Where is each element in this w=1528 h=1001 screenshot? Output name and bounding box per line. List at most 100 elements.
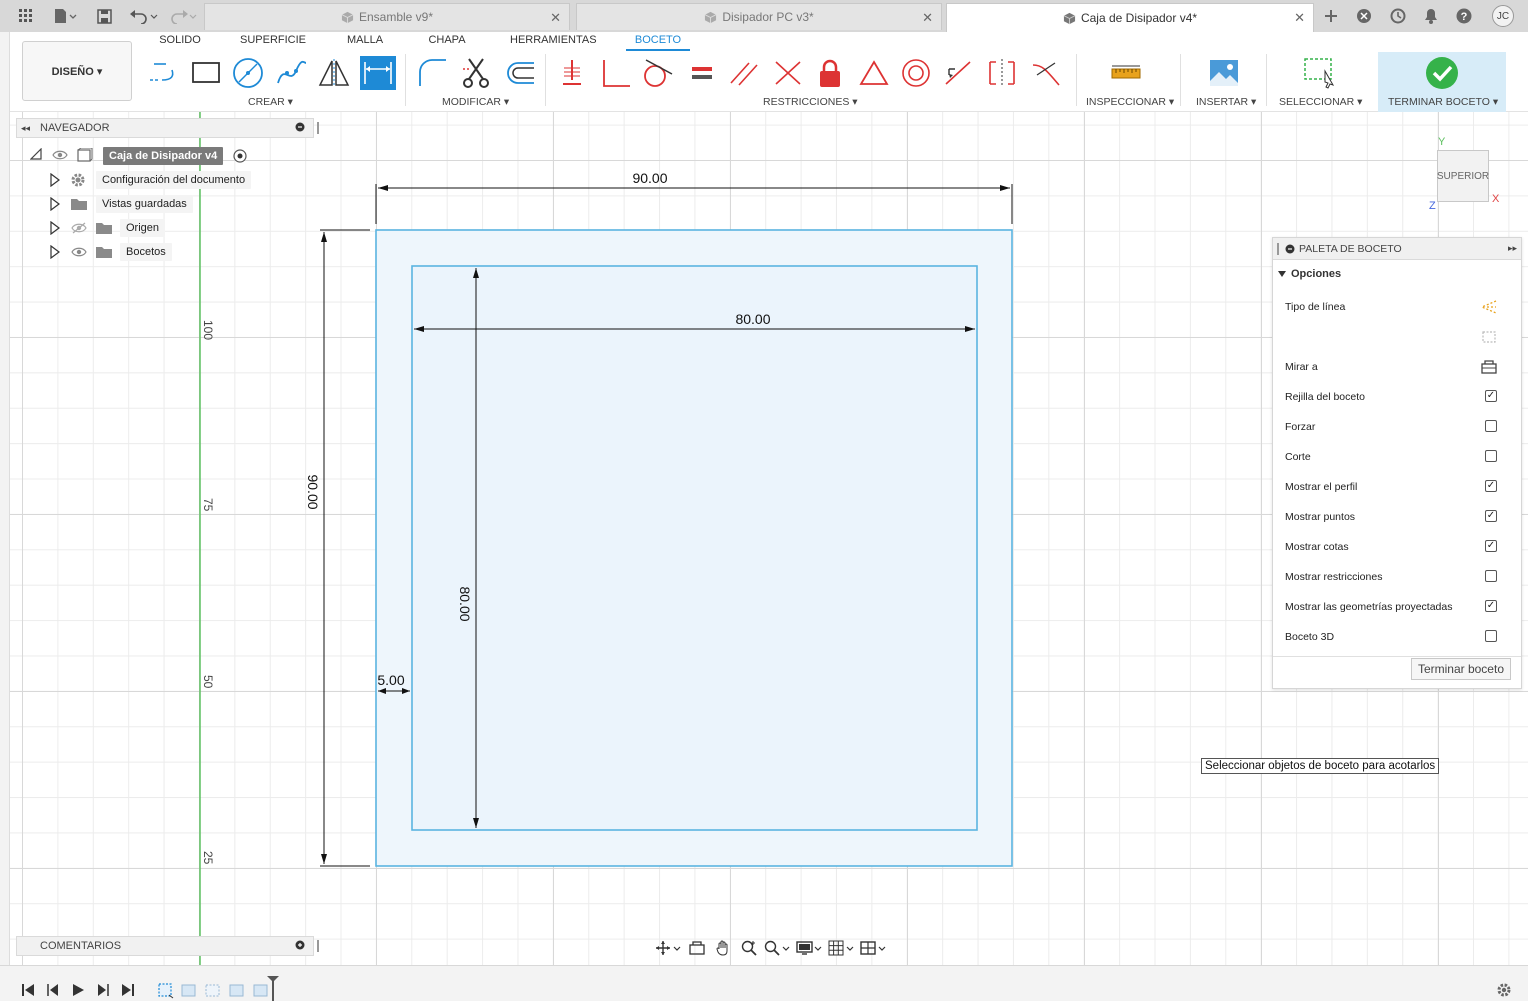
show-profile-checkbox[interactable]: ✓ [1485, 480, 1497, 492]
go-to-end-icon[interactable] [120, 982, 136, 998]
midpoint-constraint-tool[interactable] [856, 56, 892, 90]
finish-sketch-button[interactable]: Terminar boceto [1410, 658, 1511, 680]
zoom-icon[interactable] [738, 938, 760, 958]
timeline-sketch-icon[interactable] [157, 982, 175, 999]
go-to-start-icon[interactable] [20, 982, 36, 998]
eye-hidden-icon[interactable] [71, 222, 87, 237]
line-tool[interactable] [146, 56, 182, 90]
collinear-constraint-tool[interactable] [940, 56, 976, 90]
step-forward-icon[interactable] [95, 982, 111, 998]
show-dimensions-checkbox[interactable]: ✓ [1485, 540, 1497, 552]
inner-profile-region[interactable] [413, 267, 976, 829]
sketch-palette-header[interactable]: PALETA DE BOCETO ▸▸ [1273, 238, 1521, 260]
orbit-icon[interactable] [654, 938, 682, 958]
app-grid-icon[interactable] [14, 4, 38, 28]
add-comment-icon[interactable] [295, 940, 305, 953]
dimension-outer-height[interactable]: 90.00 [305, 229, 370, 867]
finish-sketch-tool[interactable] [1424, 56, 1460, 90]
redo-icon[interactable] [166, 4, 198, 28]
centerline-icon[interactable] [1481, 330, 1497, 347]
fillet-tool[interactable] [414, 56, 450, 90]
collapse-panel-icon[interactable]: ◂◂ [21, 123, 30, 134]
symmetry-constraint-tool[interactable] [984, 56, 1020, 90]
tab-malla[interactable]: MALLA [344, 34, 386, 51]
help-icon[interactable]: ? [1452, 4, 1476, 28]
dimension-text[interactable]: 5.00 [377, 672, 404, 688]
tab-herramientas[interactable]: HERRAMIENTAS [510, 34, 597, 51]
circle-tool[interactable] [230, 56, 266, 90]
palette-collapse-icon[interactable] [1285, 244, 1295, 254]
construction-linetype-icon[interactable] [1480, 300, 1497, 317]
expand-triangle-icon[interactable] [50, 196, 60, 214]
close-icon[interactable]: ✕ [550, 10, 561, 26]
coincident-constraint-tool[interactable] [554, 56, 590, 90]
panel-resize-handle[interactable] [1277, 242, 1279, 255]
tangent-constraint-tool[interactable] [640, 56, 676, 90]
curvature-constraint-tool[interactable] [1028, 56, 1064, 90]
measure-tool[interactable] [1108, 56, 1144, 90]
tab-boceto[interactable]: BOCETO [626, 34, 690, 51]
collapse-triangle-icon[interactable] [29, 147, 42, 163]
timeline-marker[interactable] [266, 975, 280, 1001]
constraints-group-label[interactable]: RESTRICCIONES ▾ [763, 96, 858, 108]
extensions-icon[interactable] [1352, 4, 1376, 28]
expand-triangle-icon[interactable] [50, 172, 60, 190]
equal-constraint-tool[interactable] [684, 56, 720, 90]
perpendicular-constraint-tool[interactable] [770, 56, 806, 90]
document-tab-caja[interactable]: Caja de Disipador v4* ✕ [946, 3, 1314, 32]
step-back-icon[interactable] [45, 982, 61, 998]
select-tool[interactable] [1302, 56, 1338, 90]
timeline-feature-icon[interactable] [204, 982, 222, 998]
slice-checkbox[interactable] [1485, 450, 1497, 462]
dimension-text[interactable]: 80.00 [457, 586, 473, 621]
section-collapse-icon[interactable] [1277, 269, 1287, 279]
tab-superficie[interactable]: SUPERFICIE [240, 34, 306, 51]
dimension-text[interactable]: 80.00 [735, 311, 770, 327]
timeline-feature-icon[interactable] [228, 982, 246, 998]
navigator-item-document-settings[interactable]: Configuración del documento [50, 170, 260, 190]
timeline-settings-gear-icon[interactable] [1496, 982, 1512, 998]
mirror-tool[interactable] [316, 56, 352, 90]
look-at-icon[interactable] [1481, 360, 1497, 377]
fix-constraint-tool[interactable] [812, 56, 848, 90]
undo-icon[interactable] [128, 4, 160, 28]
document-tab-ensamble[interactable]: Ensamble v9* ✕ [204, 3, 570, 30]
horizontal-vertical-constraint-tool[interactable] [598, 56, 634, 90]
navigator-item-sketches[interactable]: Bocetos [50, 242, 260, 262]
new-tab-icon[interactable] [1319, 4, 1343, 28]
timeline-feature-icon[interactable] [180, 982, 198, 998]
panel-resize-handle[interactable] [317, 940, 319, 952]
navigator-root-label[interactable]: Caja de Disipador v4 [103, 147, 224, 165]
viewports-icon[interactable] [859, 938, 887, 958]
parallel-constraint-tool[interactable] [726, 56, 762, 90]
show-constraints-checkbox[interactable] [1485, 570, 1497, 582]
snap-checkbox[interactable] [1485, 420, 1497, 432]
save-icon[interactable] [92, 4, 116, 28]
document-tab-disipador[interactable]: Disipador PC v3* ✕ [576, 3, 942, 30]
grid-settings-icon[interactable] [827, 938, 855, 958]
show-projected-checkbox[interactable]: ✓ [1485, 600, 1497, 612]
show-points-checkbox[interactable]: ✓ [1485, 510, 1497, 522]
comments-header[interactable]: COMENTARIOS [16, 936, 319, 956]
sketch-dimension-tool[interactable] [360, 56, 396, 90]
spline-tool[interactable] [274, 56, 310, 90]
navigator-root[interactable]: Caja de Disipador v4 [29, 146, 270, 166]
dimension-outer-width[interactable]: 90.00 [375, 170, 1013, 224]
dimension-text[interactable]: 90.00 [632, 170, 667, 186]
insert-group-label[interactable]: INSERTAR ▾ [1196, 96, 1256, 108]
eye-icon[interactable] [52, 149, 68, 164]
navigator-item-origin[interactable]: Origen [50, 218, 260, 238]
pan-hand-icon[interactable] [712, 938, 734, 958]
zoom-window-icon[interactable] [764, 938, 792, 958]
panel-resize-handle[interactable] [317, 122, 319, 134]
concentric-constraint-tool[interactable] [898, 56, 934, 90]
expand-triangle-icon[interactable] [50, 244, 60, 262]
sketch-grid-checkbox[interactable]: ✓ [1485, 390, 1497, 402]
eye-icon[interactable] [71, 246, 87, 261]
play-icon[interactable] [70, 982, 86, 998]
offset-tool[interactable] [502, 56, 538, 90]
user-avatar[interactable]: JC [1492, 5, 1514, 27]
look-at-icon[interactable] [686, 938, 708, 958]
inspect-group-label[interactable]: INSPECCIONAR ▾ [1086, 96, 1174, 108]
palette-expand-icon[interactable]: ▸▸ [1508, 243, 1517, 254]
